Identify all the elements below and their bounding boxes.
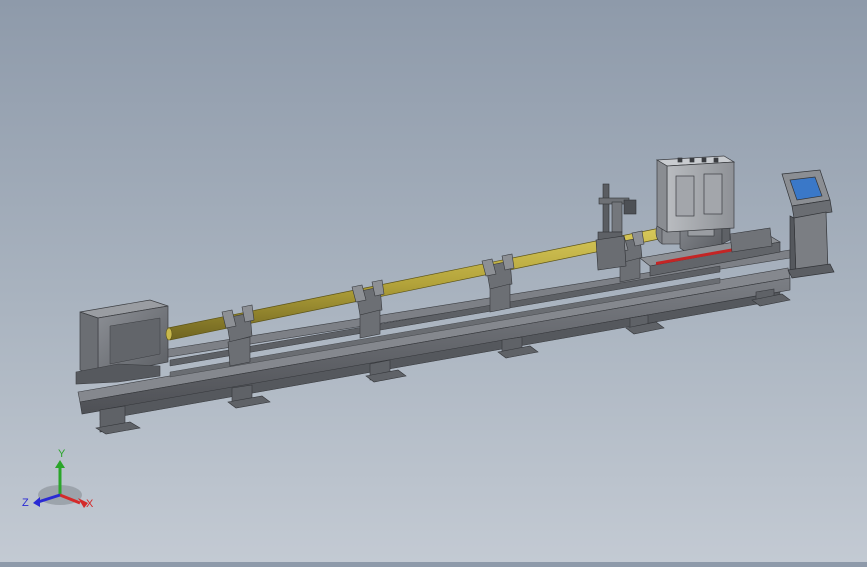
y-axis-label: Y: [58, 448, 66, 460]
left-headstock[interactable]: [75, 299, 169, 385]
axis-triad: Y X Z: [22, 448, 94, 510]
electrical-cabinet[interactable]: [655, 155, 736, 233]
x-axis-label: X: [86, 498, 94, 510]
control-console[interactable]: [781, 169, 835, 279]
y-arrow-icon: [55, 460, 65, 468]
model-view[interactable]: Y X Z: [0, 0, 867, 562]
cad-viewport[interactable]: Y X Z: [0, 0, 867, 562]
z-axis-label: Z: [22, 497, 29, 509]
z-arrow-icon: [33, 497, 40, 507]
